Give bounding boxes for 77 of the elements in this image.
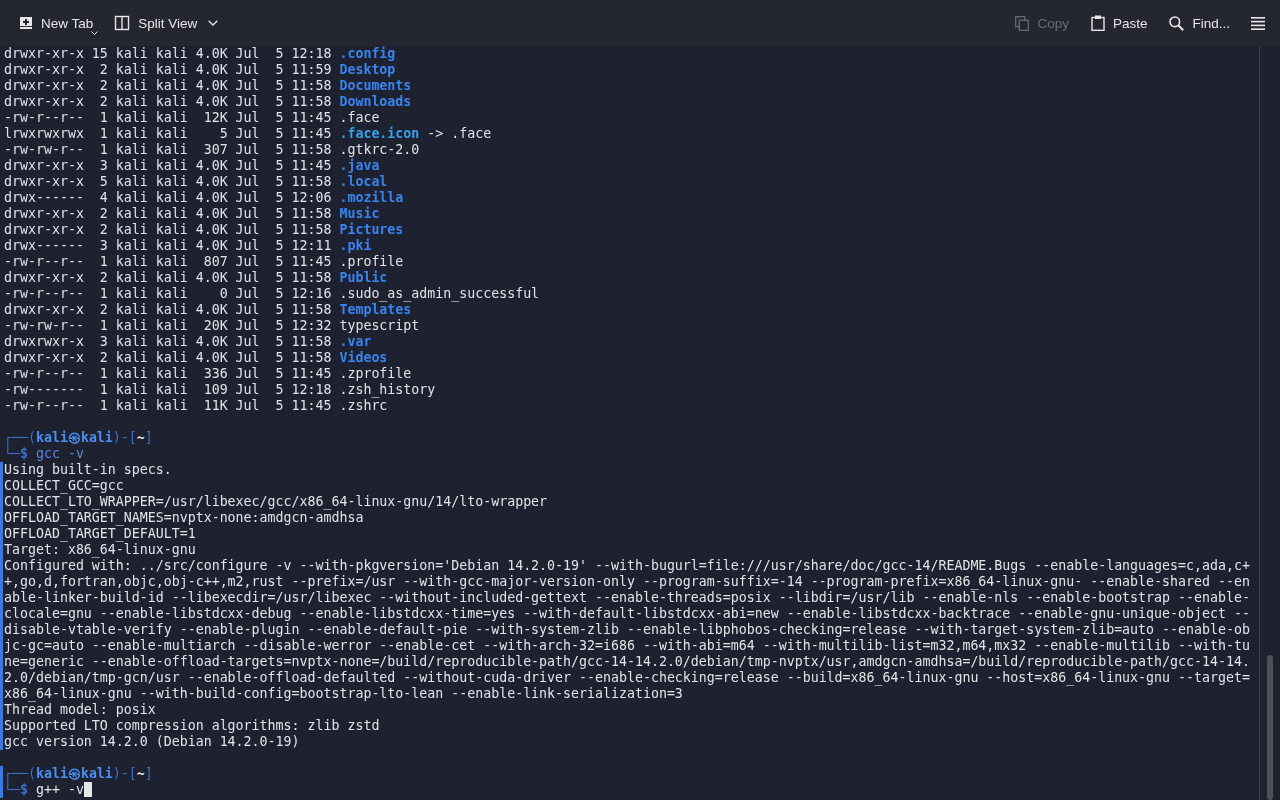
directory-name: .pki <box>339 238 372 253</box>
file-details: -rw-rw-r-- 1 kali kali 307 Jul 5 11:58 <box>4 142 332 157</box>
file-name: .zsh_history <box>339 382 436 397</box>
file-details: -rw-r--r-- 1 kali kali 336 Jul 5 11:45 <box>4 366 332 381</box>
scrollbar-thumb[interactable] <box>1267 655 1273 800</box>
file-details: drwxr-xr-x 5 kali kali 4.0K Jul 5 11:58 <box>4 174 332 189</box>
new-tab-icon <box>19 16 33 30</box>
menu-icon <box>1251 16 1265 30</box>
directory-name: .mozilla <box>339 190 404 205</box>
clipboard-icon <box>1090 15 1105 31</box>
file-name: .zshrc <box>339 398 388 413</box>
file-details: drwxr-xr-x 2 kali kali 4.0K Jul 5 11:58 <box>4 206 332 221</box>
file-details: lrwxrwxrwx 1 kali kali 5 Jul 5 11:45 <box>4 126 332 141</box>
file-name: .profile <box>339 254 404 269</box>
file-details: drwxr-xr-x 15 kali kali 4.0K Jul 5 12:18 <box>4 46 332 61</box>
paste-button[interactable]: Paste <box>1082 8 1156 38</box>
directory-name: .config <box>339 46 396 61</box>
directory-name: Pictures <box>339 222 404 237</box>
output-line: OFFLOAD_TARGET_NAMES=nvptx-none:amdgcn-amdhsa <box>4 510 364 526</box>
file-details: drwxr-xr-x 2 kali kali 4.0K Jul 5 11:58 <box>4 222 332 237</box>
prompt-marker <box>0 766 3 798</box>
output-line: Configured with: ../src/configure -v --with-pkgversion='Debian 14.2.0-19' --with-bugurl=file:///usr/share/doc/gcc-14/README.Bugs --enable-languages=c,ada,c++,go,d,fortran,objc,obj-c++,m2,rust --prefix=/usr --with-gcc-major-version-only --program-suffix=-14 --program-prefix=x86_64-linux-gnu- --enable-shared --enable-linker-build-id --libexecdir=/usr/libexec --without-included-gettext --enable-threads=posix --libdir=/usr/lib --enable-nls --enable-bootstrap --enable-clocale=gnu --enable-libstdcxx-debug --enable-libstdcxx-time=yes --with-default-libstdcxx-abi=new --enable-libstdcxx-backtrace --enable-gnu-unique-object --disable-vtable-verify --enable-plugin --enable-default-pie --with-system-zlib --enable-libphobos-checking=release --with-target-system-zlib=auto --enable-objc-gc=auto --enable-multiarch --disable-werror --enable-cet --with-arch-32=i686 --with-abi=m64 --with-multilib-list=m32,m64,mx32 --enable-multilib --with-tune=generic --enable-offload-targets=nvptx-none=/build/reproducible-path/gcc-14-14.2.0/debian/tmp-nvptx/usr,amdgcn-amdhsa=/build/reproducible-path/gcc-14-14.2.0/debian/tmp-gcn/usr --enable-offload-defaulted --without-cuda-driver --enable-checking=release --build=x86_64-linux-gnu --host=x86_64-linux-gnu --target=x86_64-linux-gnu --with-build-config=bootstrap-lto-lean --enable-link-serialization=3 <box>4 558 1251 702</box>
file-details: drwxr-xr-x 2 kali kali 4.0K Jul 5 11:58 <box>4 270 332 285</box>
prompt-line: ┌──(kali㉿kali)-[~] <box>4 430 153 446</box>
file-details: -rw-r--r-- 1 kali kali 12K Jul 5 11:45 <box>4 110 332 125</box>
chevron-down-icon <box>208 20 219 26</box>
file-details: drwxrwxr-x 3 kali kali 4.0K Jul 5 11:58 <box>4 334 332 349</box>
directory-name: Downloads <box>339 94 412 109</box>
output-line: COLLECT_LTO_WRAPPER=/usr/libexec/gcc/x86_64-linux-gnu/14/lto-wrapper <box>4 494 548 510</box>
output-line: OFFLOAD_TARGET_DEFAULT=1 <box>4 526 196 542</box>
directory-name: Videos <box>339 350 388 365</box>
command-text: gcc -v <box>35 446 84 461</box>
command-text: g++ -v <box>35 782 84 797</box>
symlink-name: .face.icon <box>339 126 420 141</box>
file-details: drwxr-xr-x 2 kali kali 4.0K Jul 5 11:59 <box>4 62 332 77</box>
file-details: drwx------ 3 kali kali 4.0K Jul 5 12:11 <box>4 238 332 253</box>
directory-name: Templates <box>339 302 412 317</box>
file-details: drwxr-xr-x 2 kali kali 4.0K Jul 5 11:58 <box>4 350 332 365</box>
file-details: -rw-r--r-- 1 kali kali 807 Jul 5 11:45 <box>4 254 332 269</box>
file-details: drwx------ 4 kali kali 4.0K Jul 5 12:06 <box>4 190 332 205</box>
directory-name: Music <box>339 206 380 221</box>
file-details: -rw-r--r-- 1 kali kali 11K Jul 5 11:45 <box>4 398 332 413</box>
file-details: drwxr-xr-x 2 kali kali 4.0K Jul 5 11:58 <box>4 94 332 109</box>
split-view-icon <box>114 15 131 31</box>
file-name: .zprofile <box>339 366 412 381</box>
file-details: -rw------- 1 kali kali 109 Jul 5 12:18 <box>4 382 332 397</box>
file-name: .face <box>339 110 380 125</box>
copy-icon <box>1015 15 1030 31</box>
directory-name: .local <box>339 174 388 189</box>
file-details: drwxr-xr-x 2 kali kali 4.0K Jul 5 11:58 <box>4 78 332 93</box>
file-details: drwxr-xr-x 2 kali kali 4.0K Jul 5 11:58 <box>4 302 332 317</box>
output-line: Using built-in specs. <box>4 462 172 478</box>
file-details: -rw-rw-r-- 1 kali kali 20K Jul 5 12:32 <box>4 318 332 333</box>
prompt-line: ┌──(kali㉿kali)-[~] <box>4 766 153 782</box>
output-line: Supported LTO compression algorithms: zlib zstd <box>4 718 380 734</box>
output-line: Thread model: posix <box>4 702 156 718</box>
file-details: drwxr-xr-x 3 kali kali 4.0K Jul 5 11:45 <box>4 158 332 173</box>
file-name: typescript <box>339 318 420 333</box>
find-button[interactable]: Find... <box>1161 8 1238 38</box>
directory-name: Desktop <box>339 62 396 77</box>
directory-name: Documents <box>339 78 412 93</box>
split-view-button[interactable]: Split View <box>106 8 227 38</box>
link-target: -> .face <box>427 126 492 141</box>
file-name: .sudo_as_admin_successful <box>339 286 540 301</box>
file-name: .gtkrc-2.0 <box>339 142 420 157</box>
output-line: gcc version 14.2.0 (Debian 14.2.0-19) <box>4 734 300 750</box>
prompt-symbol: └─$ <box>4 782 28 797</box>
directory-name: .var <box>339 334 372 349</box>
directory-name: Public <box>339 270 388 285</box>
output-line: COLLECT_GCC=gcc <box>4 478 124 494</box>
caret-icon <box>91 31 99 35</box>
output-line: Target: x86_64-linux-gnu <box>4 542 196 558</box>
file-details: -rw-r--r-- 1 kali kali 0 Jul 5 12:16 <box>4 286 332 301</box>
prompt-symbol: └─$ <box>4 446 28 461</box>
new-tab-button[interactable]: New Tab <box>11 8 102 38</box>
search-icon <box>1169 15 1185 31</box>
directory-name: .java <box>339 158 380 173</box>
